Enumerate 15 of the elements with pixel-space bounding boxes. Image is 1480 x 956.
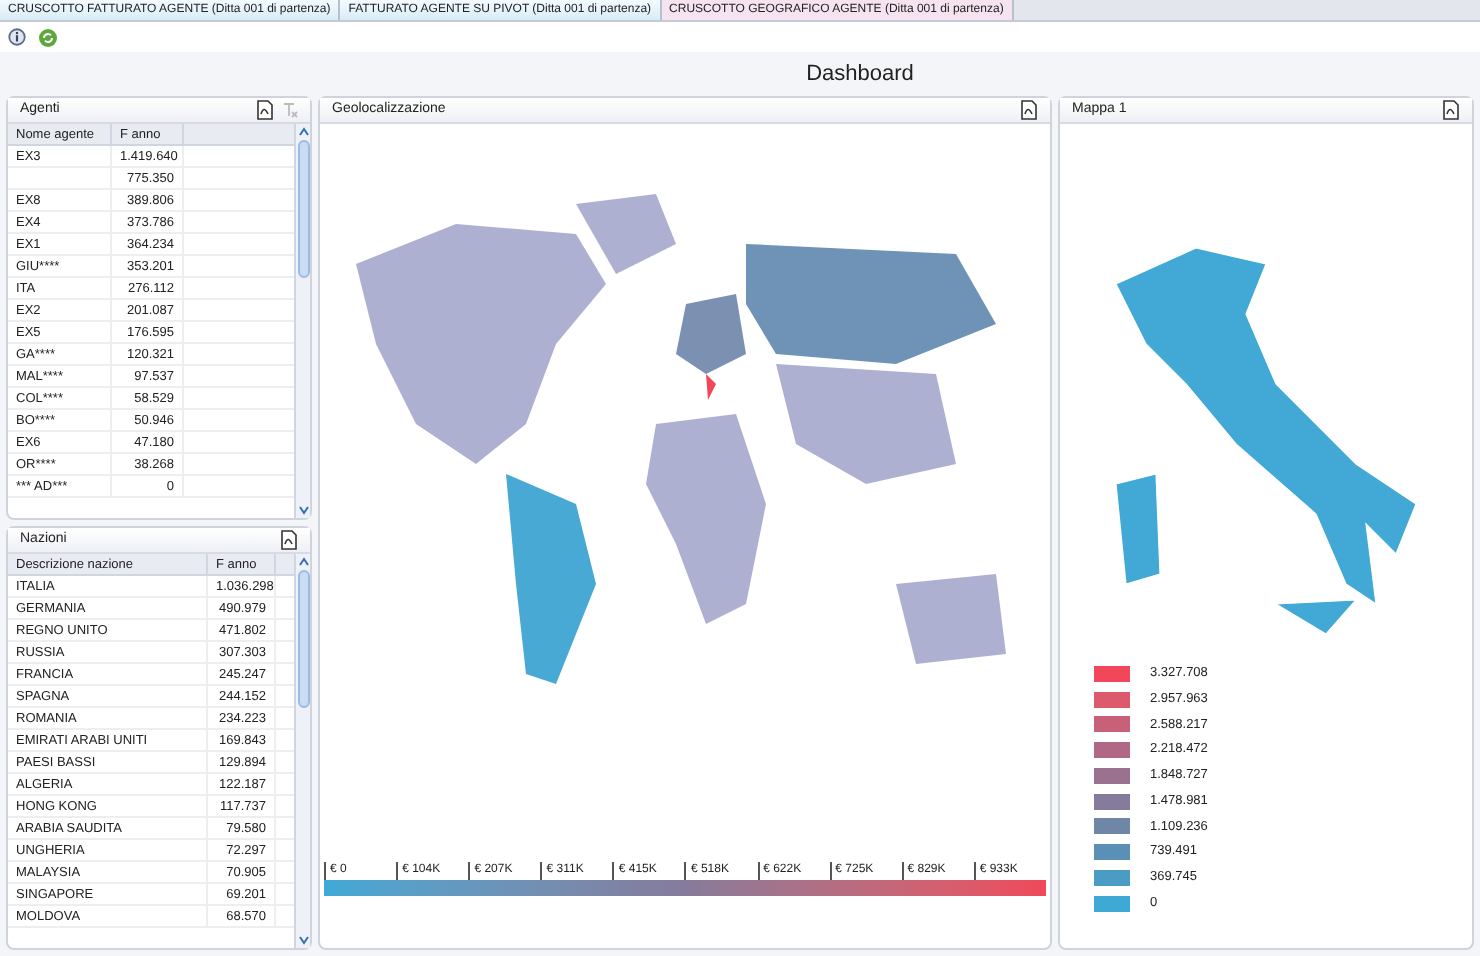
scrollbar[interactable] (294, 554, 310, 948)
scroll-up-icon[interactable] (297, 556, 309, 568)
refresh-icon[interactable] (38, 27, 58, 47)
dashboard-title: Dashboard (806, 59, 914, 90)
scroll-down-icon[interactable] (297, 934, 309, 946)
info-icon[interactable] (8, 28, 26, 46)
document-export-icon[interactable] (280, 530, 298, 550)
document-export-icon[interactable] (1020, 100, 1038, 120)
scroll-up-icon[interactable] (297, 126, 309, 138)
scrollbar[interactable] (294, 124, 310, 518)
scroll-down-icon[interactable] (297, 504, 309, 516)
scroll-thumb[interactable] (297, 140, 309, 278)
document-export-icon[interactable] (256, 100, 274, 120)
scroll-thumb[interactable] (297, 570, 309, 708)
document-export-icon[interactable] (1442, 100, 1460, 120)
